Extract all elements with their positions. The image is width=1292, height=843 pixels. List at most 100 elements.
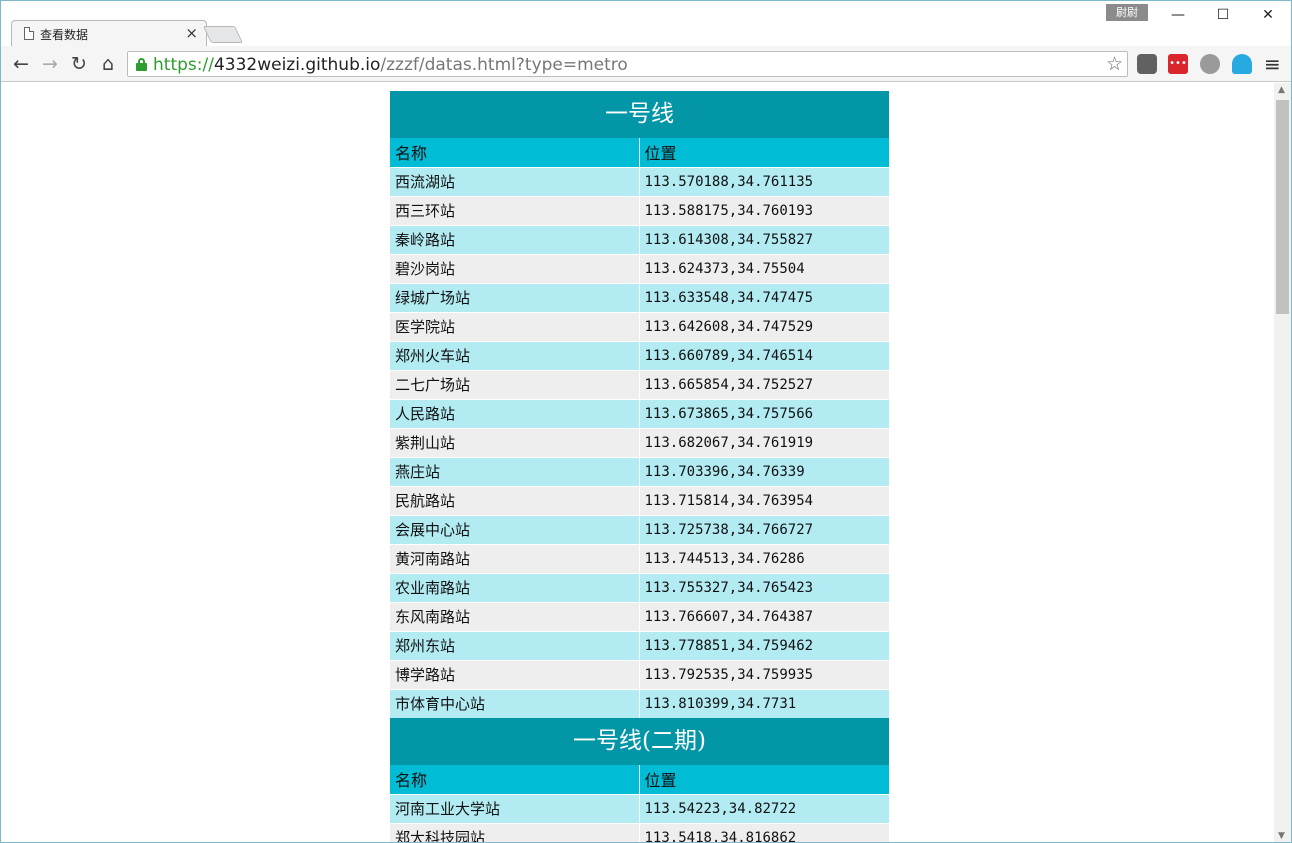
extension-android-icon[interactable] — [1232, 54, 1252, 74]
station-name: 医学院站 — [390, 311, 640, 341]
station-position: 113.54223,34.82722 — [639, 793, 889, 823]
station-position: 113.633548,34.747475 — [639, 282, 889, 312]
station-position: 113.810399,34.7731 — [639, 688, 889, 718]
column-header-position: 位置 — [639, 765, 889, 794]
table-row: 民航路站 113.715814,34.763954 — [390, 485, 889, 515]
station-name: 市体育中心站 — [390, 688, 640, 718]
table-row: 二七广场站 113.665854,34.752527 — [390, 369, 889, 399]
station-position: 113.588175,34.760193 — [639, 195, 889, 225]
station-position: 113.624373,34.75504 — [639, 253, 889, 283]
page-viewport: 一号线 名称 位置 西流湖站 113.570188,34.761135 西三环站 113.5… — [1, 83, 1274, 842]
station-name: 燕庄站 — [390, 456, 640, 486]
station-position: 113.665854,34.752527 — [639, 369, 889, 399]
lock-icon — [136, 58, 147, 71]
station-name: 西三环站 — [390, 195, 640, 225]
station-position: 113.5418,34.816862 — [639, 822, 889, 842]
station-name: 东风南路站 — [390, 601, 640, 631]
station-name: 博学路站 — [390, 659, 640, 689]
station-name: 碧沙岗站 — [390, 253, 640, 283]
station-position: 113.744513,34.76286 — [639, 543, 889, 573]
url-path: /zzzf/datas.html?type=metro — [380, 55, 628, 75]
metro-data-content: 一号线 名称 位置 西流湖站 113.570188,34.761135 西三环站 113.5… — [390, 91, 889, 842]
table-row: 会展中心站 113.725738,34.766727 — [390, 514, 889, 544]
scroll-down-arrow-icon[interactable]: ▼ — [1278, 831, 1285, 841]
url-host: 4332weizi.github.io — [213, 55, 381, 75]
station-position: 113.766607,34.764387 — [639, 601, 889, 631]
vertical-scrollbar[interactable]: ▲ ▼ — [1274, 83, 1291, 842]
table-row: 河南工业大学站 113.54223,34.82722 — [390, 793, 889, 823]
station-name: 民航路站 — [390, 485, 640, 515]
station-name: 黄河南路站 — [390, 543, 640, 573]
tab-active[interactable]: 查看数据 × — [11, 20, 207, 46]
table-row: 东风南路站 113.766607,34.764387 — [390, 601, 889, 631]
station-position: 113.570188,34.761135 — [639, 166, 889, 196]
station-position: 113.792535,34.759935 — [639, 659, 889, 689]
station-position: 113.673865,34.757566 — [639, 398, 889, 428]
address-bar[interactable]: https://4332weizi.github.io/zzzf/datas.h… — [127, 51, 1128, 77]
extension-icon-2[interactable]: ••• — [1168, 54, 1188, 74]
station-position: 113.703396,34.76339 — [639, 456, 889, 486]
station-name: 农业南路站 — [390, 572, 640, 602]
tab-strip: 查看数据 × 尉尉 — ☐ ✕ — [1, 1, 1291, 46]
forward-button[interactable]: → — [38, 52, 62, 76]
station-position: 113.778851,34.759462 — [639, 630, 889, 660]
table-row: 人民路站 113.673865,34.757566 — [390, 398, 889, 428]
extension-globe-icon[interactable] — [1200, 54, 1220, 74]
station-position: 113.755327,34.765423 — [639, 572, 889, 602]
station-name: 郑州东站 — [390, 630, 640, 660]
station-position: 113.725738,34.766727 — [639, 514, 889, 544]
table-header-row: 名称 位置 — [390, 138, 889, 167]
back-button[interactable]: ← — [9, 52, 33, 76]
browser-window: 查看数据 × 尉尉 — ☐ ✕ ← → ↻ ⌂ https://4332weiz… — [0, 0, 1292, 843]
new-tab-button[interactable] — [203, 26, 243, 43]
table-row: 郑州火车站 113.660789,34.746514 — [390, 340, 889, 370]
line-title: 一号线 — [390, 91, 889, 138]
close-window-button[interactable]: ✕ — [1245, 4, 1291, 26]
station-name: 河南工业大学站 — [390, 793, 640, 823]
page-icon — [24, 27, 34, 40]
station-name: 会展中心站 — [390, 514, 640, 544]
profile-button[interactable]: 尉尉 — [1106, 4, 1148, 21]
station-name: 绿城广场站 — [390, 282, 640, 312]
station-position: 113.682067,34.761919 — [639, 427, 889, 457]
table-row: 黄河南路站 113.744513,34.76286 — [390, 543, 889, 573]
table-row: 紫荆山站 113.682067,34.761919 — [390, 427, 889, 457]
station-name: 西流湖站 — [390, 166, 640, 196]
reload-button[interactable]: ↻ — [67, 52, 91, 76]
station-position: 113.642608,34.747529 — [639, 311, 889, 341]
maximize-button[interactable]: ☐ — [1200, 4, 1246, 26]
column-header-position: 位置 — [639, 138, 889, 167]
extension-icon-1[interactable] — [1137, 54, 1157, 74]
table-row: 碧沙岗站 113.624373,34.75504 — [390, 253, 889, 283]
home-button[interactable]: ⌂ — [96, 52, 120, 76]
station-name: 紫荆山站 — [390, 427, 640, 457]
table-row: 燕庄站 113.703396,34.76339 — [390, 456, 889, 486]
table-row: 博学路站 113.792535,34.759935 — [390, 659, 889, 689]
table-row: 西三环站 113.588175,34.760193 — [390, 195, 889, 225]
minimize-button[interactable]: — — [1155, 4, 1201, 26]
station-position: 113.715814,34.763954 — [639, 485, 889, 515]
table-row: 郑州东站 113.778851,34.759462 — [390, 630, 889, 660]
table-row: 秦岭路站 113.614308,34.755827 — [390, 224, 889, 254]
bookmark-star-icon[interactable]: ☆ — [1106, 52, 1123, 76]
table-row: 绿城广场站 113.633548,34.747475 — [390, 282, 889, 312]
station-name: 郑大科技园站 — [390, 822, 640, 842]
station-name: 郑州火车站 — [390, 340, 640, 370]
station-name: 二七广场站 — [390, 369, 640, 399]
browser-toolbar: ← → ↻ ⌂ https://4332weizi.github.io/zzzf… — [1, 46, 1291, 82]
browser-menu-icon[interactable]: ≡ — [1264, 52, 1281, 76]
line-title: 一号线(二期) — [390, 718, 889, 765]
table-row: 农业南路站 113.755327,34.765423 — [390, 572, 889, 602]
table-header-row: 名称 位置 — [390, 765, 889, 794]
table-row: 西流湖站 113.570188,34.761135 — [390, 166, 889, 196]
station-position: 113.660789,34.746514 — [639, 340, 889, 370]
table-row: 市体育中心站 113.810399,34.7731 — [390, 688, 889, 718]
station-table: 名称 位置 西流湖站 113.570188,34.761135 西三环站 113.5881… — [390, 138, 889, 718]
station-position: 113.614308,34.755827 — [639, 224, 889, 254]
url-text[interactable]: https://4332weizi.github.io/zzzf/datas.h… — [153, 55, 628, 75]
scroll-up-arrow-icon[interactable]: ▲ — [1278, 85, 1285, 95]
tab-close-icon[interactable]: × — [185, 24, 198, 42]
column-header-name: 名称 — [390, 765, 640, 794]
tab-title: 查看数据 — [40, 28, 89, 42]
scrollbar-thumb[interactable] — [1276, 100, 1289, 314]
